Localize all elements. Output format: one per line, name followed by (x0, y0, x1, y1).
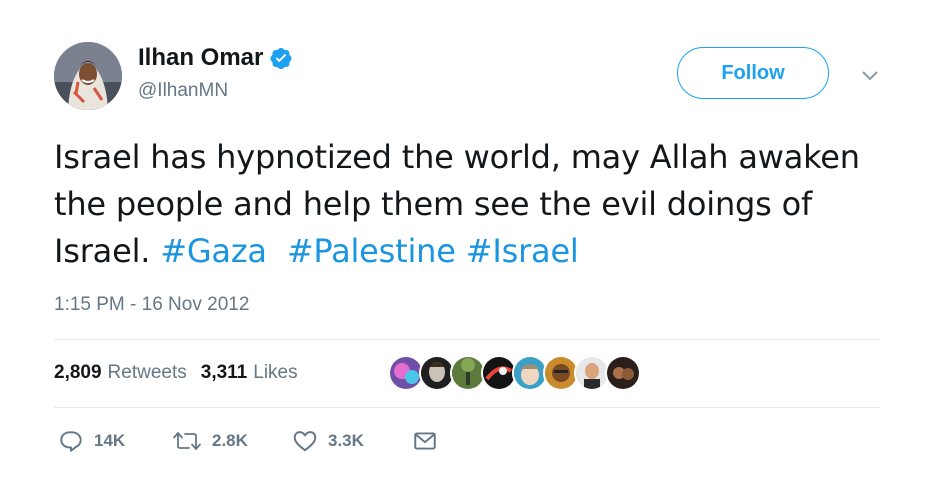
tweet-timestamp[interactable]: 1:15 PM - 16 Nov 2012 (54, 294, 249, 316)
chevron-down-icon (862, 71, 878, 81)
user-name-row: Ilhan Omar (138, 44, 293, 72)
follow-button[interactable]: Follow (677, 47, 829, 99)
divider (54, 407, 880, 408)
avatar[interactable] (54, 42, 122, 110)
heart-icon (293, 431, 317, 452)
verified-badge-icon (270, 48, 292, 69)
tweet-card: Ilhan Omar @IlhanMN Follow Israel has hy… (0, 0, 936, 497)
hashtag-link[interactable]: #Palestine (287, 232, 456, 270)
like-button[interactable]: 3.3K (292, 428, 364, 454)
direct-message-button[interactable] (412, 428, 438, 454)
reply-icon (60, 431, 82, 452)
retweets-label: Retweets (107, 362, 187, 383)
hashtag-link[interactable]: #Gaza (160, 232, 267, 270)
liker-avatar[interactable] (605, 355, 641, 391)
retweet-button[interactable]: 2.8K (172, 428, 248, 454)
like-count: 3.3K (328, 431, 364, 450)
tweet-actions: 14K 2.8K 3.3K (54, 428, 454, 458)
more-options-button[interactable] (858, 64, 882, 88)
likes-stat[interactable]: 3,311 Likes (201, 362, 298, 384)
tweet-text: Israel has hypnotized the world, may All… (54, 134, 904, 275)
tweet-stats: 2,809 Retweets 3,311 Likes (54, 362, 298, 384)
reply-button[interactable]: 14K (58, 428, 125, 454)
retweet-icon (173, 432, 201, 450)
user-handle[interactable]: @IlhanMN (138, 80, 228, 102)
retweets-count: 2,809 (54, 362, 102, 383)
display-name[interactable]: Ilhan Omar (138, 44, 263, 72)
divider (54, 339, 880, 340)
reply-count: 14K (94, 431, 126, 450)
likes-label: Likes (253, 362, 298, 383)
hashtag-link[interactable]: #Israel (466, 232, 579, 270)
retweet-count: 2.8K (212, 431, 248, 450)
liker-avatars (388, 355, 641, 391)
likes-count: 3,311 (200, 362, 248, 383)
envelope-icon (414, 432, 436, 450)
retweets-stat[interactable]: 2,809 Retweets (54, 362, 187, 384)
